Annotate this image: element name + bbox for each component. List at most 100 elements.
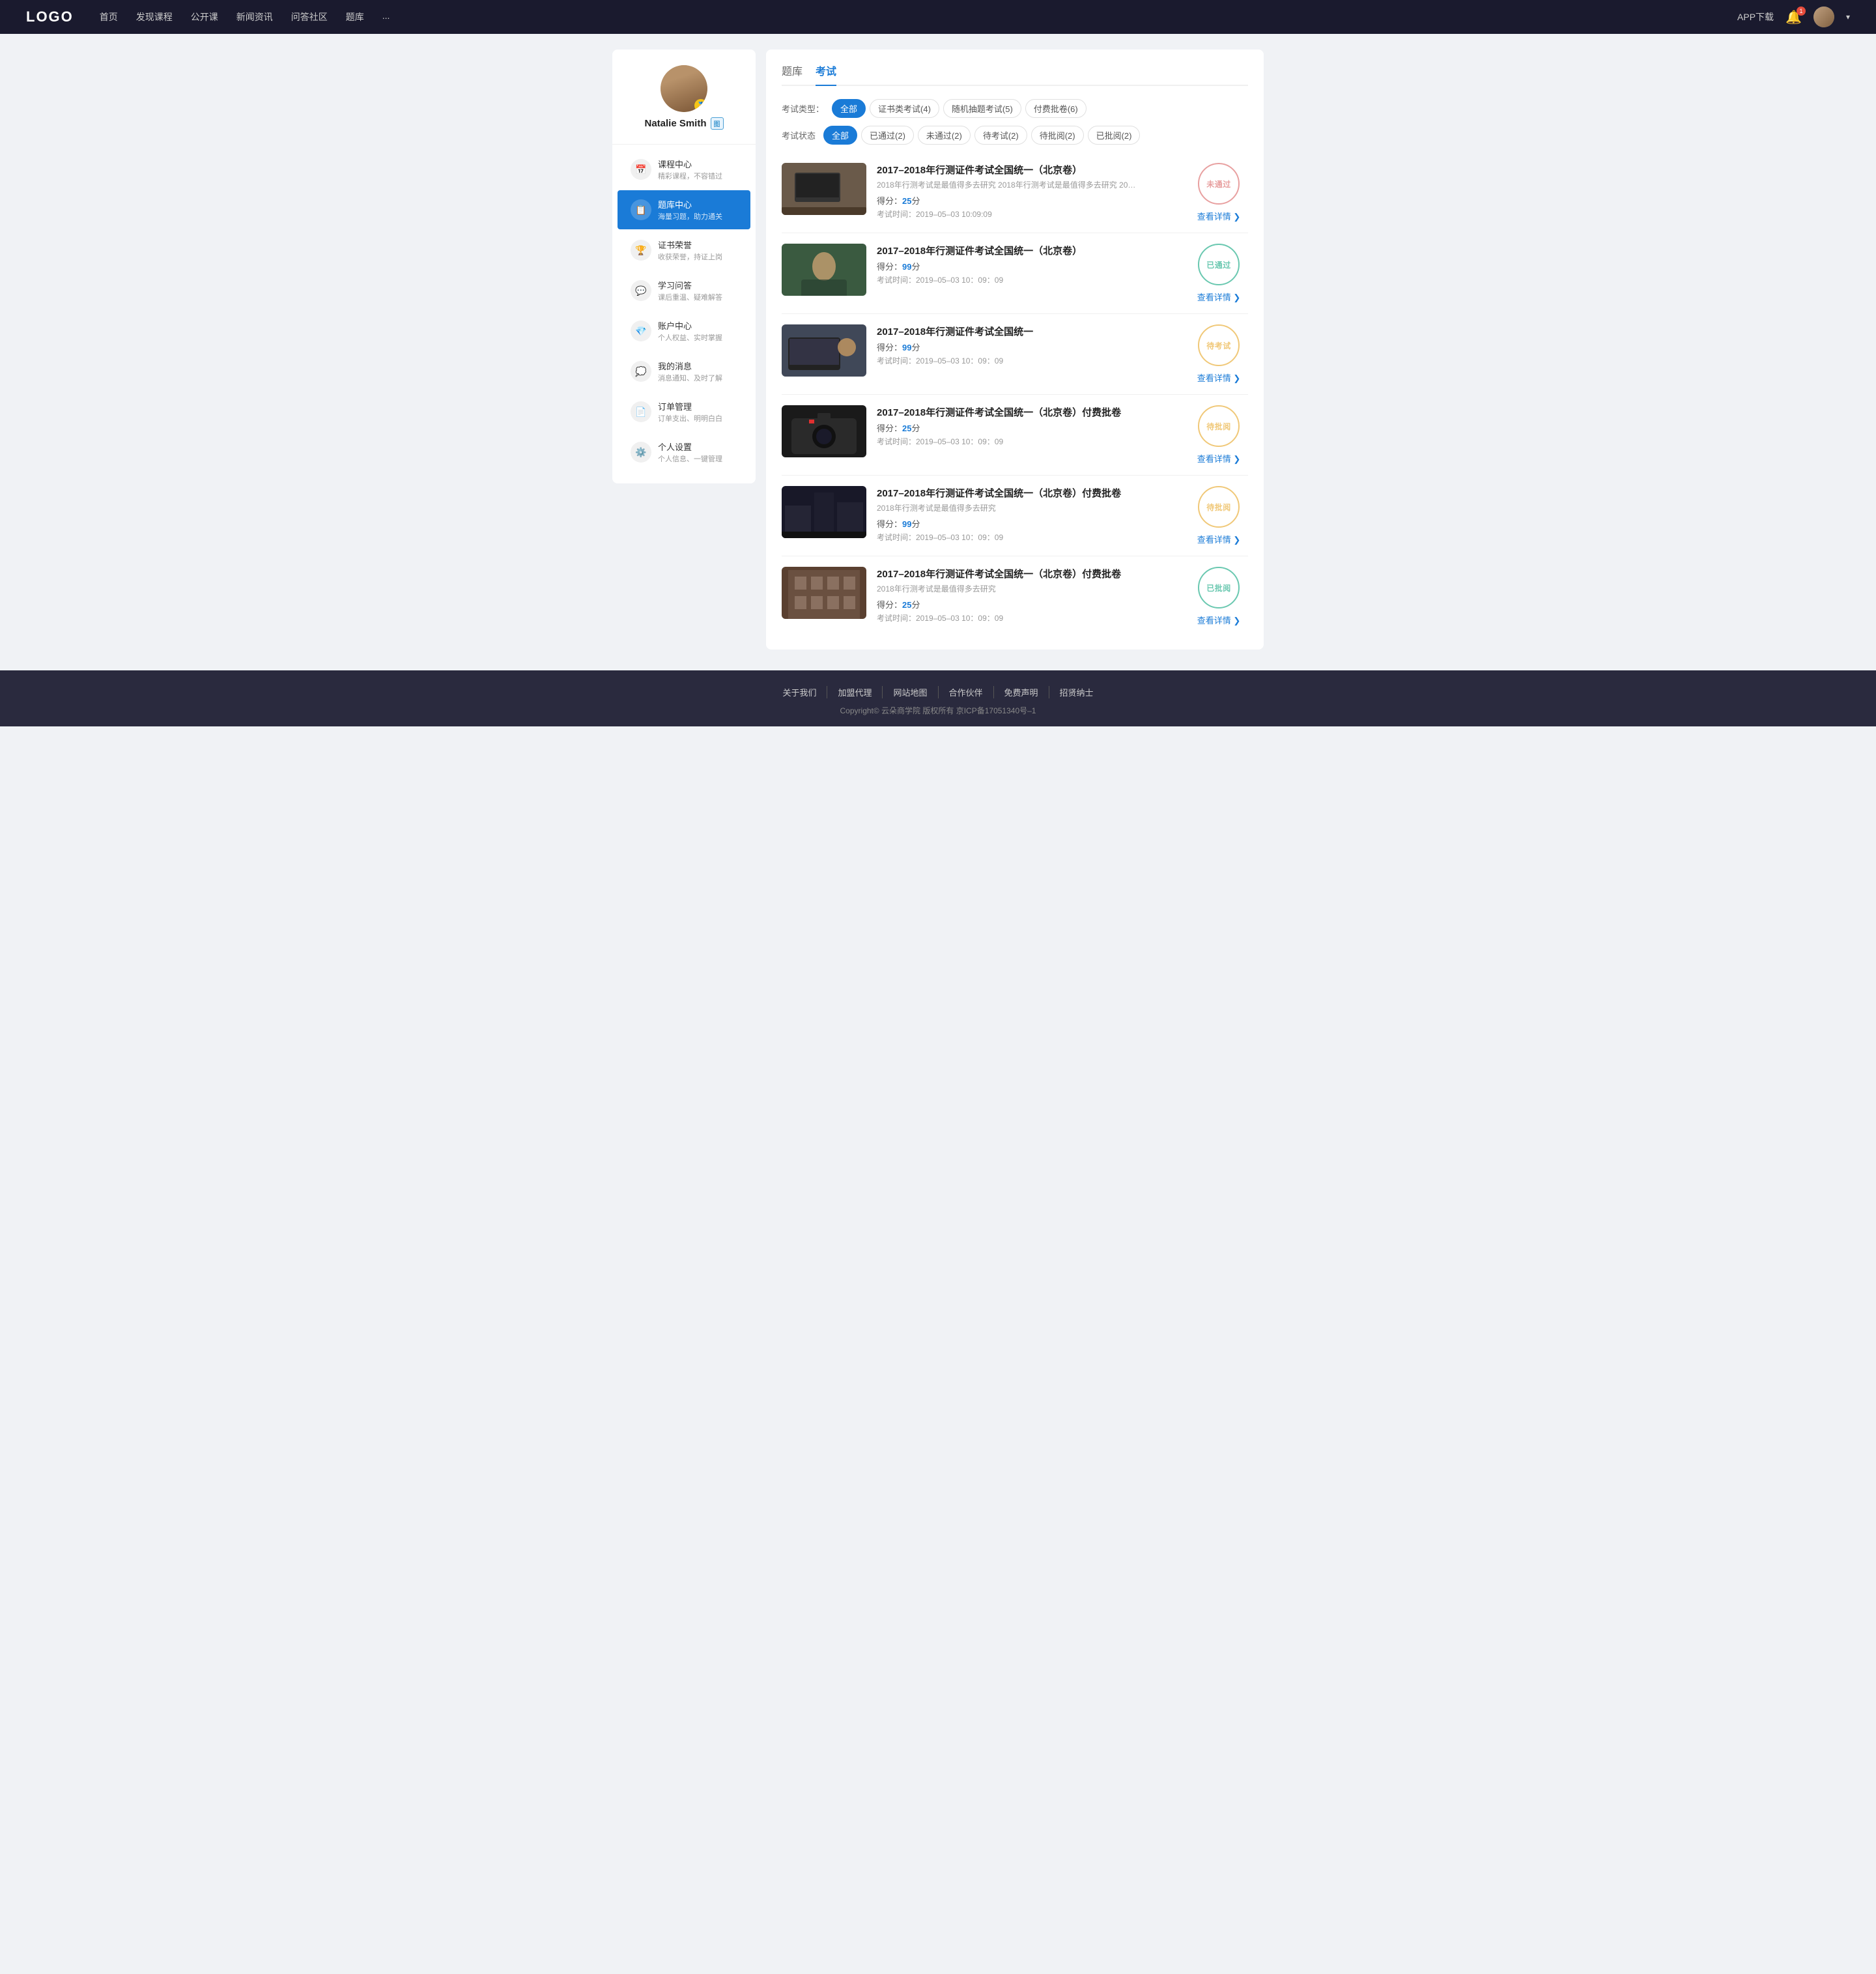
avatar[interactable]: [1813, 7, 1834, 27]
exam-title: 2017–2018年行测证件考试全国统一（北京卷）: [877, 244, 1179, 257]
sidebar-item-account-center[interactable]: 💎 账户中心 个人权益、实时掌握: [618, 311, 750, 350]
exam-status-stamp: 待考试: [1198, 324, 1240, 366]
exam-center-icon: 📋: [631, 199, 651, 220]
exam-score-value: 25: [902, 196, 911, 206]
exam-detail-link[interactable]: 查看详情 ❯: [1197, 533, 1241, 545]
nav-item[interactable]: ...: [382, 10, 390, 23]
exam-status-filter-btn[interactable]: 待批阅(2): [1031, 126, 1084, 145]
footer-link[interactable]: 关于我们: [772, 686, 827, 698]
navbar: LOGO 首页 发现课程 公开课 新闻资讯 问答社区 题库... APP下载 🔔 1 ▾: [0, 0, 1876, 34]
exam-type-filter-btn[interactable]: 付费批卷(6): [1025, 99, 1087, 118]
exam-status-filter-btn[interactable]: 未通过(2): [918, 126, 971, 145]
exam-score: 得分：25分: [877, 598, 1179, 610]
exam-action: 未通过 查看详情 ❯: [1189, 163, 1248, 222]
footer-link[interactable]: 加盟代理: [827, 686, 883, 698]
sidebar-item-study-qa[interactable]: 💬 学习问答 课后重温、疑难解答: [618, 271, 750, 310]
content-card: 题库 考试 考试类型： 全部证书类考试(4)随机抽题考试(5)付费批卷(6) 考…: [766, 50, 1264, 650]
exam-thumbnail: [782, 567, 866, 619]
exam-item: 2017–2018年行测证件考试全国统一（北京卷）付费批卷 得分：25分 考试时…: [782, 395, 1248, 476]
app-download[interactable]: APP下载: [1737, 10, 1774, 23]
sidebar-item-my-messages[interactable]: 💭 我的消息 消息通知、及时了解: [618, 352, 750, 391]
exam-desc: 2018年行测考试是最值得多去研究: [877, 502, 1137, 513]
exam-status-stamp: 已批阅: [1198, 567, 1240, 608]
exam-detail-link[interactable]: 查看详情 ❯: [1197, 452, 1241, 465]
exam-action: 已通过 查看详情 ❯: [1189, 244, 1248, 303]
exam-center-title: 题库中心: [658, 198, 722, 210]
content-area: 题库 考试 考试类型： 全部证书类考试(4)随机抽题考试(5)付费批卷(6) 考…: [766, 50, 1264, 650]
sidebar-username: Natalie Smith 图: [644, 117, 723, 130]
sidebar-item-exam-center[interactable]: 📋 题库中心 海量习题，助力通关: [618, 190, 750, 229]
footer-links: 关于我们加盟代理网站地图合作伙伴免费声明招贤纳士: [0, 686, 1876, 698]
study-qa-icon: 💬: [631, 280, 651, 301]
exam-detail-link[interactable]: 查看详情 ❯: [1197, 614, 1241, 626]
nav-item[interactable]: 题库: [346, 10, 364, 23]
sidebar-item-cert-honor[interactable]: 🏆 证书荣誉 收获荣誉，持证上岗: [618, 231, 750, 270]
logo[interactable]: LOGO: [26, 8, 74, 25]
exam-title: 2017–2018年行测证件考试全国统一: [877, 324, 1179, 338]
tab-exam-bank[interactable]: 题库: [782, 63, 803, 86]
nav-item[interactable]: 首页: [100, 10, 118, 23]
exam-item: 2017–2018年行测证件考试全国统一 得分：99分 考试时间：2019–05…: [782, 314, 1248, 395]
exam-thumbnail: [782, 324, 866, 377]
personal-settings-title: 个人设置: [658, 440, 722, 453]
exam-type-filter-btn[interactable]: 随机抽题考试(5): [943, 99, 1021, 118]
exam-title: 2017–2018年行测证件考试全国统一（北京卷）付费批卷: [877, 486, 1179, 500]
exam-status-stamp: 待批阅: [1198, 405, 1240, 447]
course-center-icon: 📅: [631, 159, 651, 180]
exam-detail-link[interactable]: 查看详情 ❯: [1197, 371, 1241, 384]
exam-item: 2017–2018年行测证件考试全国统一（北京卷） 得分：99分 考试时间：20…: [782, 233, 1248, 314]
exam-detail-link[interactable]: 查看详情 ❯: [1197, 291, 1241, 303]
exam-score: 得分：99分: [877, 260, 1179, 272]
sidebar-item-order-mgmt[interactable]: 📄 订单管理 订单支出、明明白白: [618, 392, 750, 431]
main-layout: 🏅 Natalie Smith 图 📅 课程中心 精彩课程，不容错过 📋 题库中…: [612, 50, 1264, 650]
sidebar-item-personal-settings[interactable]: ⚙️ 个人设置 个人信息、一键管理: [618, 433, 750, 472]
exam-type-filters: 全部证书类考试(4)随机抽题考试(5)付费批卷(6): [832, 99, 1087, 118]
study-qa-title: 学习问答: [658, 279, 722, 291]
exam-score: 得分：25分: [877, 194, 1179, 207]
exam-status-filters: 全部已通过(2)未通过(2)待考试(2)待批阅(2)已批阅(2): [823, 126, 1140, 145]
order-mgmt-title: 订单管理: [658, 400, 722, 412]
avatar-container: 🏅: [661, 65, 707, 112]
account-center-icon: 💎: [631, 321, 651, 341]
sidebar-item-course-center[interactable]: 📅 课程中心 精彩课程，不容错过: [618, 150, 750, 189]
exam-time: 考试时间：2019–05–03 10:09:09: [877, 208, 1179, 220]
nav-item[interactable]: 发现课程: [136, 10, 173, 23]
nav-item[interactable]: 新闻资讯: [236, 10, 273, 23]
account-center-title: 账户中心: [658, 319, 722, 332]
tab-exam[interactable]: 考试: [816, 63, 836, 86]
footer-copyright: Copyright© 云朵商学院 版权所有 京ICP备17051340号–1: [0, 705, 1876, 716]
bell-icon[interactable]: 🔔 1: [1785, 9, 1802, 25]
exam-info: 2017–2018年行测证件考试全国统一 得分：99分 考试时间：2019–05…: [877, 324, 1179, 366]
study-qa-sub: 课后重温、疑难解答: [658, 292, 722, 302]
my-messages-icon: 💭: [631, 361, 651, 382]
exam-detail-link[interactable]: 查看详情 ❯: [1197, 210, 1241, 222]
exam-status-filter-btn[interactable]: 已通过(2): [861, 126, 914, 145]
exam-action: 待批阅 查看详情 ❯: [1189, 486, 1248, 545]
exam-status-filter-btn[interactable]: 全部: [823, 126, 857, 145]
exam-score-value: 99: [902, 262, 911, 272]
nav-item[interactable]: 问答社区: [291, 10, 328, 23]
course-center-sub: 精彩课程，不容错过: [658, 171, 722, 181]
footer-link[interactable]: 免费声明: [994, 686, 1049, 698]
exam-status-stamp: 待批阅: [1198, 486, 1240, 528]
exam-type-filter-btn[interactable]: 证书类考试(4): [870, 99, 939, 118]
cert-honor-sub: 收获荣誉，持证上岗: [658, 251, 722, 262]
exam-status-label: 考试状态: [782, 129, 816, 141]
exam-type-filter-btn[interactable]: 全部: [832, 99, 866, 118]
nav-item[interactable]: 公开课: [191, 10, 218, 23]
cert-honor-title: 证书荣誉: [658, 238, 722, 251]
exam-type-filter-row: 考试类型： 全部证书类考试(4)随机抽题考试(5)付费批卷(6): [782, 99, 1248, 118]
footer-link[interactable]: 网站地图: [883, 686, 938, 698]
account-center-sub: 个人权益、实时掌握: [658, 332, 722, 343]
exam-list: 2017–2018年行测证件考试全国统一（北京卷） 2018年行测考试是最值得多…: [782, 152, 1248, 637]
footer-link[interactable]: 合作伙伴: [939, 686, 994, 698]
exam-status-filter-btn[interactable]: 待考试(2): [974, 126, 1027, 145]
navbar-right: APP下载 🔔 1 ▾: [1737, 7, 1850, 27]
exam-status-filter-btn[interactable]: 已批阅(2): [1088, 126, 1141, 145]
order-mgmt-sub: 订单支出、明明白白: [658, 413, 722, 423]
exam-score-value: 25: [902, 600, 911, 610]
exam-time: 考试时间：2019–05–03 10：09：09: [877, 436, 1179, 447]
exam-thumbnail: [782, 163, 866, 215]
dropdown-icon[interactable]: ▾: [1846, 12, 1850, 21]
footer-link[interactable]: 招贤纳士: [1049, 686, 1104, 698]
